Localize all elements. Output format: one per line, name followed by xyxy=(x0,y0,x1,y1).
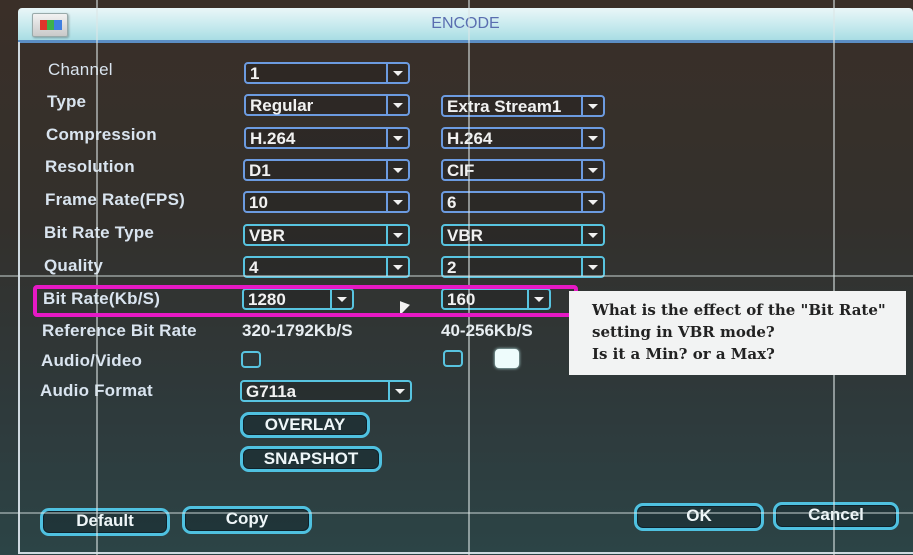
chevron-down-icon[interactable] xyxy=(581,161,603,179)
window-title: ENCODE xyxy=(431,15,500,32)
chevron-down-icon[interactable] xyxy=(581,193,603,211)
ok-button[interactable]: OK xyxy=(634,503,764,531)
title-bar: ENCODE xyxy=(18,8,913,43)
channel-value: 1 xyxy=(250,64,260,83)
label-channel: Channel xyxy=(48,60,113,79)
bit-rate-type-value: VBR xyxy=(249,226,285,245)
label-bit-rate-type: Bit Rate Type xyxy=(44,223,154,242)
encode-window: ENCODE xyxy=(18,4,913,554)
compression-value: H.264 xyxy=(250,129,296,148)
label-frame-rate: Frame Rate(FPS) xyxy=(45,190,185,209)
chevron-down-icon[interactable] xyxy=(386,226,408,244)
copy-button[interactable]: Copy xyxy=(182,506,312,534)
frame-rate-select[interactable]: 10 xyxy=(243,191,410,213)
channel-select[interactable]: 1 xyxy=(244,62,410,84)
chevron-down-icon[interactable] xyxy=(386,129,408,147)
audio-format-value: G711a xyxy=(246,382,297,401)
annotation-line: What is the effect of the "Bit Rate" xyxy=(592,301,886,319)
extra-type-value: Extra Stream1 xyxy=(447,97,562,116)
label-compression: Compression xyxy=(46,125,157,144)
extra-bit-rate-type-select[interactable]: VBR xyxy=(441,224,605,246)
chevron-down-icon[interactable] xyxy=(388,382,410,400)
label-resolution: Resolution xyxy=(45,157,135,176)
label-reference-bit-rate: Reference Bit Rate xyxy=(42,321,197,340)
chevron-down-icon[interactable] xyxy=(581,97,603,115)
extra-resolution-select[interactable]: CIF xyxy=(441,159,605,181)
label-audio-video: Audio/Video xyxy=(41,351,143,370)
cancel-button[interactable]: Cancel xyxy=(773,502,899,530)
grid-line xyxy=(833,0,835,555)
grid-line xyxy=(96,0,98,555)
extra-compression-select[interactable]: H.264 xyxy=(441,127,605,149)
label-quality: Quality xyxy=(44,256,104,275)
bit-rate-highlight xyxy=(33,285,578,317)
extra-frame-rate-select[interactable]: 6 xyxy=(441,191,605,213)
chevron-down-icon[interactable] xyxy=(386,258,408,276)
annotation-line: Is it a Min? or a Max? xyxy=(592,345,775,363)
annotation-callout: What is the effect of the "Bit Rate" set… xyxy=(569,291,906,375)
chevron-down-icon[interactable] xyxy=(581,226,603,244)
snapshot-button[interactable]: SNAPSHOT xyxy=(240,446,382,472)
chevron-down-icon[interactable] xyxy=(386,161,408,179)
grid-line xyxy=(0,512,913,514)
compression-select[interactable]: H.264 xyxy=(244,127,410,149)
frame-rate-value: 10 xyxy=(249,193,268,212)
resolution-value: D1 xyxy=(249,161,271,180)
grid-line xyxy=(0,275,913,277)
extra-type-select[interactable]: Extra Stream1 xyxy=(441,95,605,117)
reference-bit-rate-extra: 40-256Kb/S xyxy=(441,321,533,340)
bit-rate-type-select[interactable]: VBR xyxy=(243,224,410,246)
chevron-down-icon[interactable] xyxy=(581,258,603,276)
chevron-down-icon[interactable] xyxy=(581,129,603,147)
type-value: Regular xyxy=(250,96,314,115)
extra-bit-rate-type-value: VBR xyxy=(447,226,483,245)
grid-line xyxy=(468,0,470,555)
label-type: Type xyxy=(47,92,87,111)
chevron-down-icon[interactable] xyxy=(386,193,408,211)
annotation-line: setting in VBR mode? xyxy=(592,323,775,341)
type-select[interactable]: Regular xyxy=(244,94,410,116)
extra-resolution-value: CIF xyxy=(447,161,475,180)
audio-video-checkbox-main[interactable] xyxy=(241,351,261,368)
reference-bit-rate-main: 320-1792Kb/S xyxy=(242,321,353,340)
chevron-down-icon[interactable] xyxy=(386,64,408,82)
audio-video-checkbox-extra[interactable] xyxy=(443,350,463,367)
audio-video-checkbox-extra-checked[interactable] xyxy=(495,349,519,368)
resolution-select[interactable]: D1 xyxy=(243,159,410,181)
extra-frame-rate-value: 6 xyxy=(447,193,457,212)
audio-format-select[interactable]: G711a xyxy=(240,380,412,402)
chevron-down-icon[interactable] xyxy=(386,96,408,114)
overlay-button[interactable]: OVERLAY xyxy=(240,412,370,438)
